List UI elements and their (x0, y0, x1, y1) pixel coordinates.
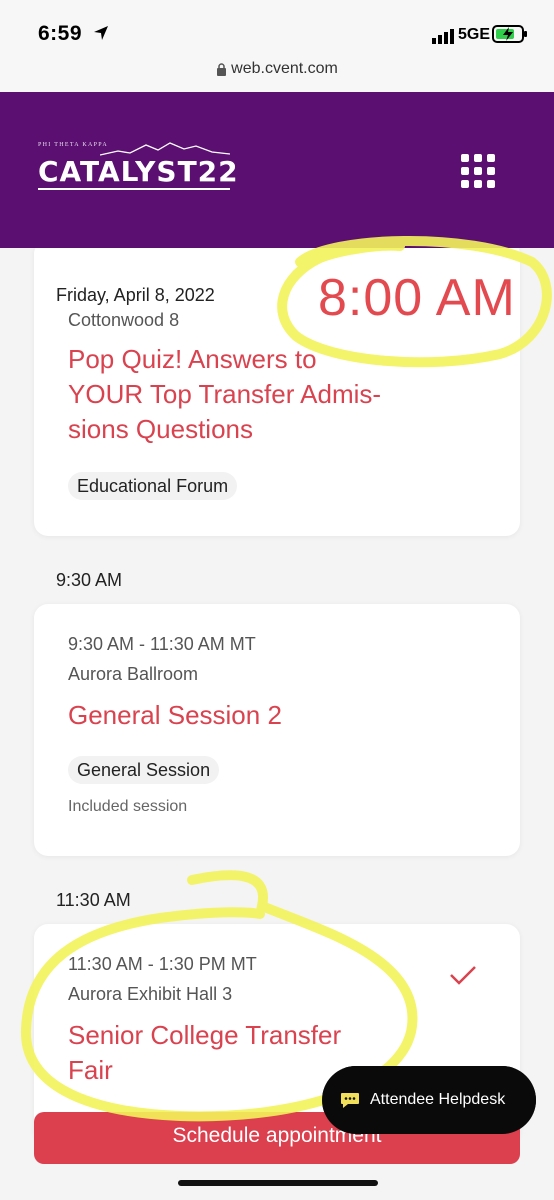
schedule-list: Cottonwood 8 Pop Quiz! Answers to YOUR T… (0, 248, 554, 1200)
url-text: web.cvent.com (231, 60, 338, 77)
session-time-range: 11:30 AM - 1:30 PM MT (68, 954, 257, 974)
status-time: 6:59 (38, 22, 83, 45)
session-tag: General Session (68, 756, 220, 784)
time-header: 11:30 AM (56, 890, 131, 910)
signal-icon (432, 29, 454, 44)
catalyst-logo[interactable]: PHI THETA KAPPA CATALYST22 (38, 142, 238, 190)
session-title[interactable]: General Session 2 (68, 698, 448, 733)
site-header: PHI THETA KAPPA CATALYST22 (0, 92, 554, 248)
lock-icon (217, 62, 227, 76)
session-title[interactable]: Pop Quiz! Answers to YOUR Top Transfer A… (68, 342, 448, 447)
helpdesk-label: Attendee Helpdesk (370, 1091, 506, 1108)
session-tag: Educational Forum (68, 472, 238, 500)
session-time-range: 9:30 AM - 11:30 AM MT (68, 634, 256, 654)
session-note: Included session (68, 798, 188, 815)
home-indicator (178, 1180, 378, 1186)
logo-subtitle: PHI THETA KAPPA (38, 142, 109, 148)
url-bar[interactable]: web.cvent.com (0, 58, 554, 92)
grid-menu-icon[interactable] (461, 154, 495, 188)
battery-charging-icon (492, 25, 527, 43)
time-header: 9:30 AM (56, 570, 123, 590)
helpdesk-button-overlay[interactable]: Attendee Helpdesk (322, 1066, 536, 1134)
date-header: Friday, April 8, 2022 (56, 285, 215, 306)
logo-title: CATALYST22 (38, 155, 239, 188)
logo-underline (38, 188, 230, 190)
annotation-time-text: 8:00 AM (318, 269, 516, 327)
session-card[interactable]: 9:30 AM - 11:30 AM MT Aurora Ballroom Ge… (34, 604, 520, 856)
session-room: Cottonwood 8 (68, 310, 180, 330)
mountains-icon (100, 142, 230, 156)
session-room: Aurora Exhibit Hall 3 (68, 984, 233, 1004)
status-bar: 6:59 5GE (0, 0, 554, 60)
location-arrow-icon (94, 26, 108, 40)
chat-bubble-icon (341, 1093, 359, 1108)
network-type: 5GE (458, 26, 491, 43)
session-room: Aurora Ballroom (68, 664, 199, 684)
check-icon[interactable] (448, 964, 478, 986)
